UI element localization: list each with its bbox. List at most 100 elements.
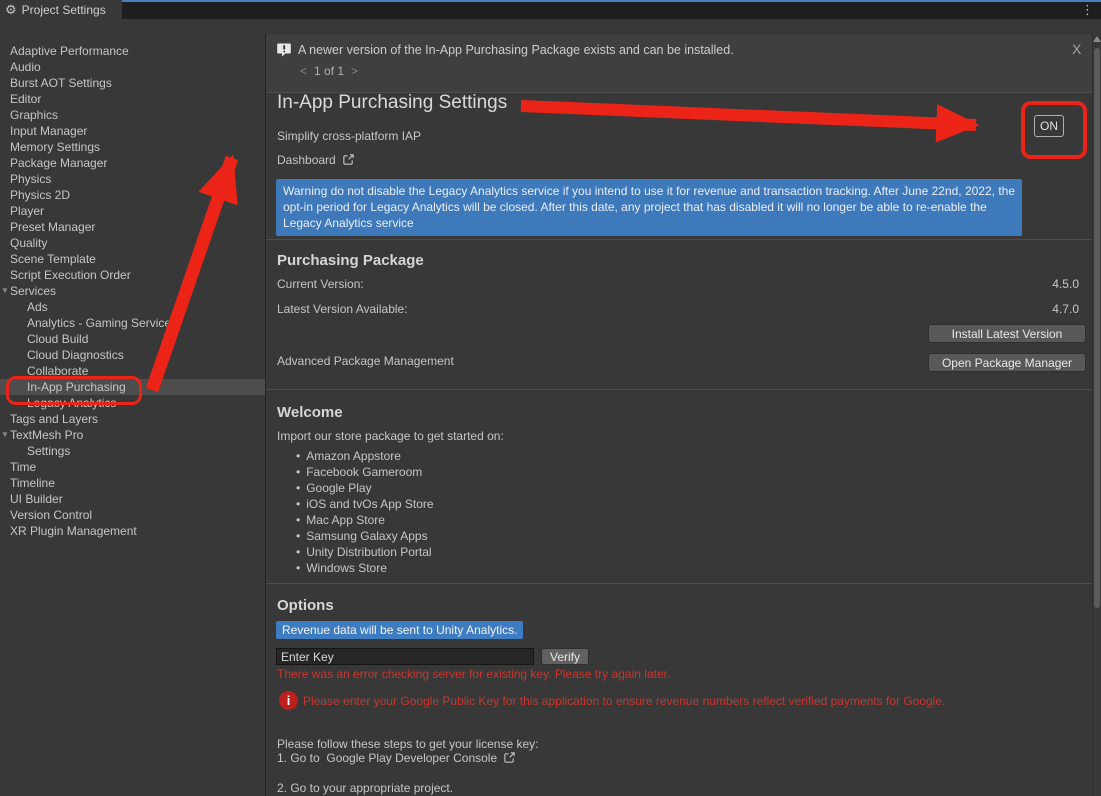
dashboard-link[interactable]: Dashboard xyxy=(277,153,355,169)
sidebar-item-label: Analytics - Gaming Services xyxy=(27,316,177,330)
store-list-item: Samsung Galaxy Apps xyxy=(296,528,434,544)
latest-version-label: Latest Version Available: xyxy=(277,302,408,316)
sidebar-item-in-app-purchasing[interactable]: In-App Purchasing xyxy=(0,379,265,395)
sidebar-item-label: Scene Template xyxy=(10,252,96,266)
tab-title: Project Settings xyxy=(22,3,106,17)
sidebar-item-label: Ads xyxy=(27,300,48,314)
analytics-note-highlight: Revenue data will be sent to Unity Analy… xyxy=(276,621,523,639)
external-link-icon xyxy=(503,751,516,767)
store-list-item: Unity Distribution Portal xyxy=(296,544,434,560)
sidebar-item-editor[interactable]: Editor xyxy=(0,91,265,107)
title-bar: ⚙ Project Settings ⋮ xyxy=(0,0,1101,19)
sidebar-item-label: Editor xyxy=(10,92,41,106)
tab-project-settings[interactable]: ⚙ Project Settings xyxy=(0,0,122,19)
legacy-analytics-warning: Warning do not disable the Legacy Analyt… xyxy=(276,179,1022,236)
error-info-icon: i xyxy=(279,691,298,710)
sidebar-item-label: Cloud Build xyxy=(27,332,88,346)
scroll-up-arrow-icon[interactable] xyxy=(1093,36,1101,42)
sidebar-item-cloud-diagnostics[interactable]: Cloud Diagnostics xyxy=(0,347,265,363)
foldout-icon[interactable]: ▼ xyxy=(1,283,9,299)
sidebar-item-label: Services xyxy=(10,284,56,298)
sidebar-item-package-manager[interactable]: Package Manager xyxy=(0,155,265,171)
sidebar-item-label: UI Builder xyxy=(10,492,63,506)
sidebar-item-tags-and-layers[interactable]: Tags and Layers xyxy=(0,411,265,427)
toolbar xyxy=(0,19,1101,34)
sidebar-item-adaptive-performance[interactable]: Adaptive Performance xyxy=(0,43,265,59)
sidebar-item-graphics[interactable]: Graphics xyxy=(0,107,265,123)
sidebar-item-timeline[interactable]: Timeline xyxy=(0,475,265,491)
sidebar-item-label: Tags and Layers xyxy=(10,412,98,426)
sidebar-item-collaborate[interactable]: Collaborate xyxy=(0,363,265,379)
sidebar-item-time[interactable]: Time xyxy=(0,459,265,475)
sidebar-item-analytics-gaming-services[interactable]: Analytics - Gaming Services xyxy=(0,315,265,331)
sidebar-item-label: Physics 2D xyxy=(10,188,70,202)
sidebar-item-cloud-build[interactable]: Cloud Build xyxy=(0,331,265,347)
welcome-heading: Welcome xyxy=(277,404,343,421)
sidebar-item-label: Preset Manager xyxy=(10,220,95,234)
window-focus-line xyxy=(0,0,1101,2)
sidebar-list: Adaptive PerformanceAudioBurst AOT Setti… xyxy=(0,34,266,796)
welcome-intro: Import our store package to get started … xyxy=(277,429,504,443)
annotation-arrow-horizontal xyxy=(521,106,976,125)
sidebar-item-label: Burst AOT Settings xyxy=(10,76,112,90)
sidebar-item-script-execution-order[interactable]: Script Execution Order xyxy=(0,267,265,283)
section-divider xyxy=(266,583,1092,584)
install-latest-version-button[interactable]: Install Latest Version xyxy=(928,324,1086,343)
foldout-icon[interactable]: ▼ xyxy=(1,427,9,443)
external-link-icon xyxy=(342,153,355,169)
sidebar-item-preset-manager[interactable]: Preset Manager xyxy=(0,219,265,235)
project-settings-window: ⚙ Project Settings ⋮ Adaptive Performanc… xyxy=(0,0,1101,796)
sidebar-item-ads[interactable]: Ads xyxy=(0,299,265,315)
page-title: In-App Purchasing Settings xyxy=(277,92,507,114)
simplify-iap-label: Simplify cross-platform IAP xyxy=(277,129,421,143)
sidebar-item-settings[interactable]: Settings xyxy=(0,443,265,459)
store-list-item: iOS and tvOs App Store xyxy=(296,496,434,512)
sidebar-item-label: Graphics xyxy=(10,108,58,122)
sidebar-item-textmesh-pro[interactable]: ▼TextMesh Pro xyxy=(0,427,265,443)
sidebar-item-xr-plugin-management[interactable]: XR Plugin Management xyxy=(0,523,265,539)
pager-next-button[interactable]: > xyxy=(351,64,358,78)
latest-version-value: 4.7.0 xyxy=(1052,302,1079,316)
open-package-manager-button[interactable]: Open Package Manager xyxy=(928,353,1086,372)
sidebar-item-version-control[interactable]: Version Control xyxy=(0,507,265,523)
license-key-input[interactable] xyxy=(276,648,534,665)
advanced-package-management-label: Advanced Package Management xyxy=(277,354,454,368)
sidebar-item-services[interactable]: ▼Services xyxy=(0,283,265,299)
verify-button[interactable]: Verify xyxy=(541,648,589,665)
sidebar-item-audio[interactable]: Audio xyxy=(0,59,265,75)
current-version-label: Current Version: xyxy=(277,277,364,291)
sidebar-item-label: Adaptive Performance xyxy=(10,44,129,58)
store-list-item: Amazon Appstore xyxy=(296,448,434,464)
store-list-item: Windows Store xyxy=(296,560,434,576)
google-play-console-link[interactable]: Google Play Developer Console xyxy=(326,751,497,765)
scrollbar-thumb[interactable] xyxy=(1094,48,1100,608)
options-heading: Options xyxy=(277,597,334,614)
sidebar-item-label: Collaborate xyxy=(27,364,88,378)
sidebar-item-player[interactable]: Player xyxy=(0,203,265,219)
section-divider xyxy=(266,239,1092,240)
sidebar-item-label: Legacy Analytics xyxy=(27,396,116,410)
sidebar-item-scene-template[interactable]: Scene Template xyxy=(0,251,265,267)
sidebar-item-memory-settings[interactable]: Memory Settings xyxy=(0,139,265,155)
kebab-menu-icon[interactable]: ⋮ xyxy=(1081,2,1094,18)
banner-close-button[interactable]: X xyxy=(1072,41,1081,57)
sidebar-item-legacy-analytics[interactable]: Legacy Analytics xyxy=(0,395,265,411)
sidebar-item-burst-aot-settings[interactable]: Burst AOT Settings xyxy=(0,75,265,91)
sidebar-item-label: Player xyxy=(10,204,44,218)
sidebar-item-label: Timeline xyxy=(10,476,55,490)
banner-pager: < 1 of 1 > xyxy=(300,64,358,78)
sidebar-item-physics-2d[interactable]: Physics 2D xyxy=(0,187,265,203)
service-toggle-on-button[interactable]: ON xyxy=(1034,115,1064,137)
sidebar-item-label: Version Control xyxy=(10,508,92,522)
sidebar-item-label: Physics xyxy=(10,172,51,186)
pager-prev-button[interactable]: < xyxy=(300,64,307,78)
sidebar-item-label: XR Plugin Management xyxy=(10,524,137,538)
store-list: Amazon AppstoreFacebook GameroomGoogle P… xyxy=(296,448,434,576)
sidebar-item-input-manager[interactable]: Input Manager xyxy=(0,123,265,139)
sidebar-item-physics[interactable]: Physics xyxy=(0,171,265,187)
current-version-value: 4.5.0 xyxy=(1052,277,1079,291)
google-key-message: Please enter your Google Public Key for … xyxy=(303,694,945,708)
step-2: 2. Go to your appropriate project. xyxy=(277,781,453,795)
sidebar-item-ui-builder[interactable]: UI Builder xyxy=(0,491,265,507)
sidebar-item-quality[interactable]: Quality xyxy=(0,235,265,251)
